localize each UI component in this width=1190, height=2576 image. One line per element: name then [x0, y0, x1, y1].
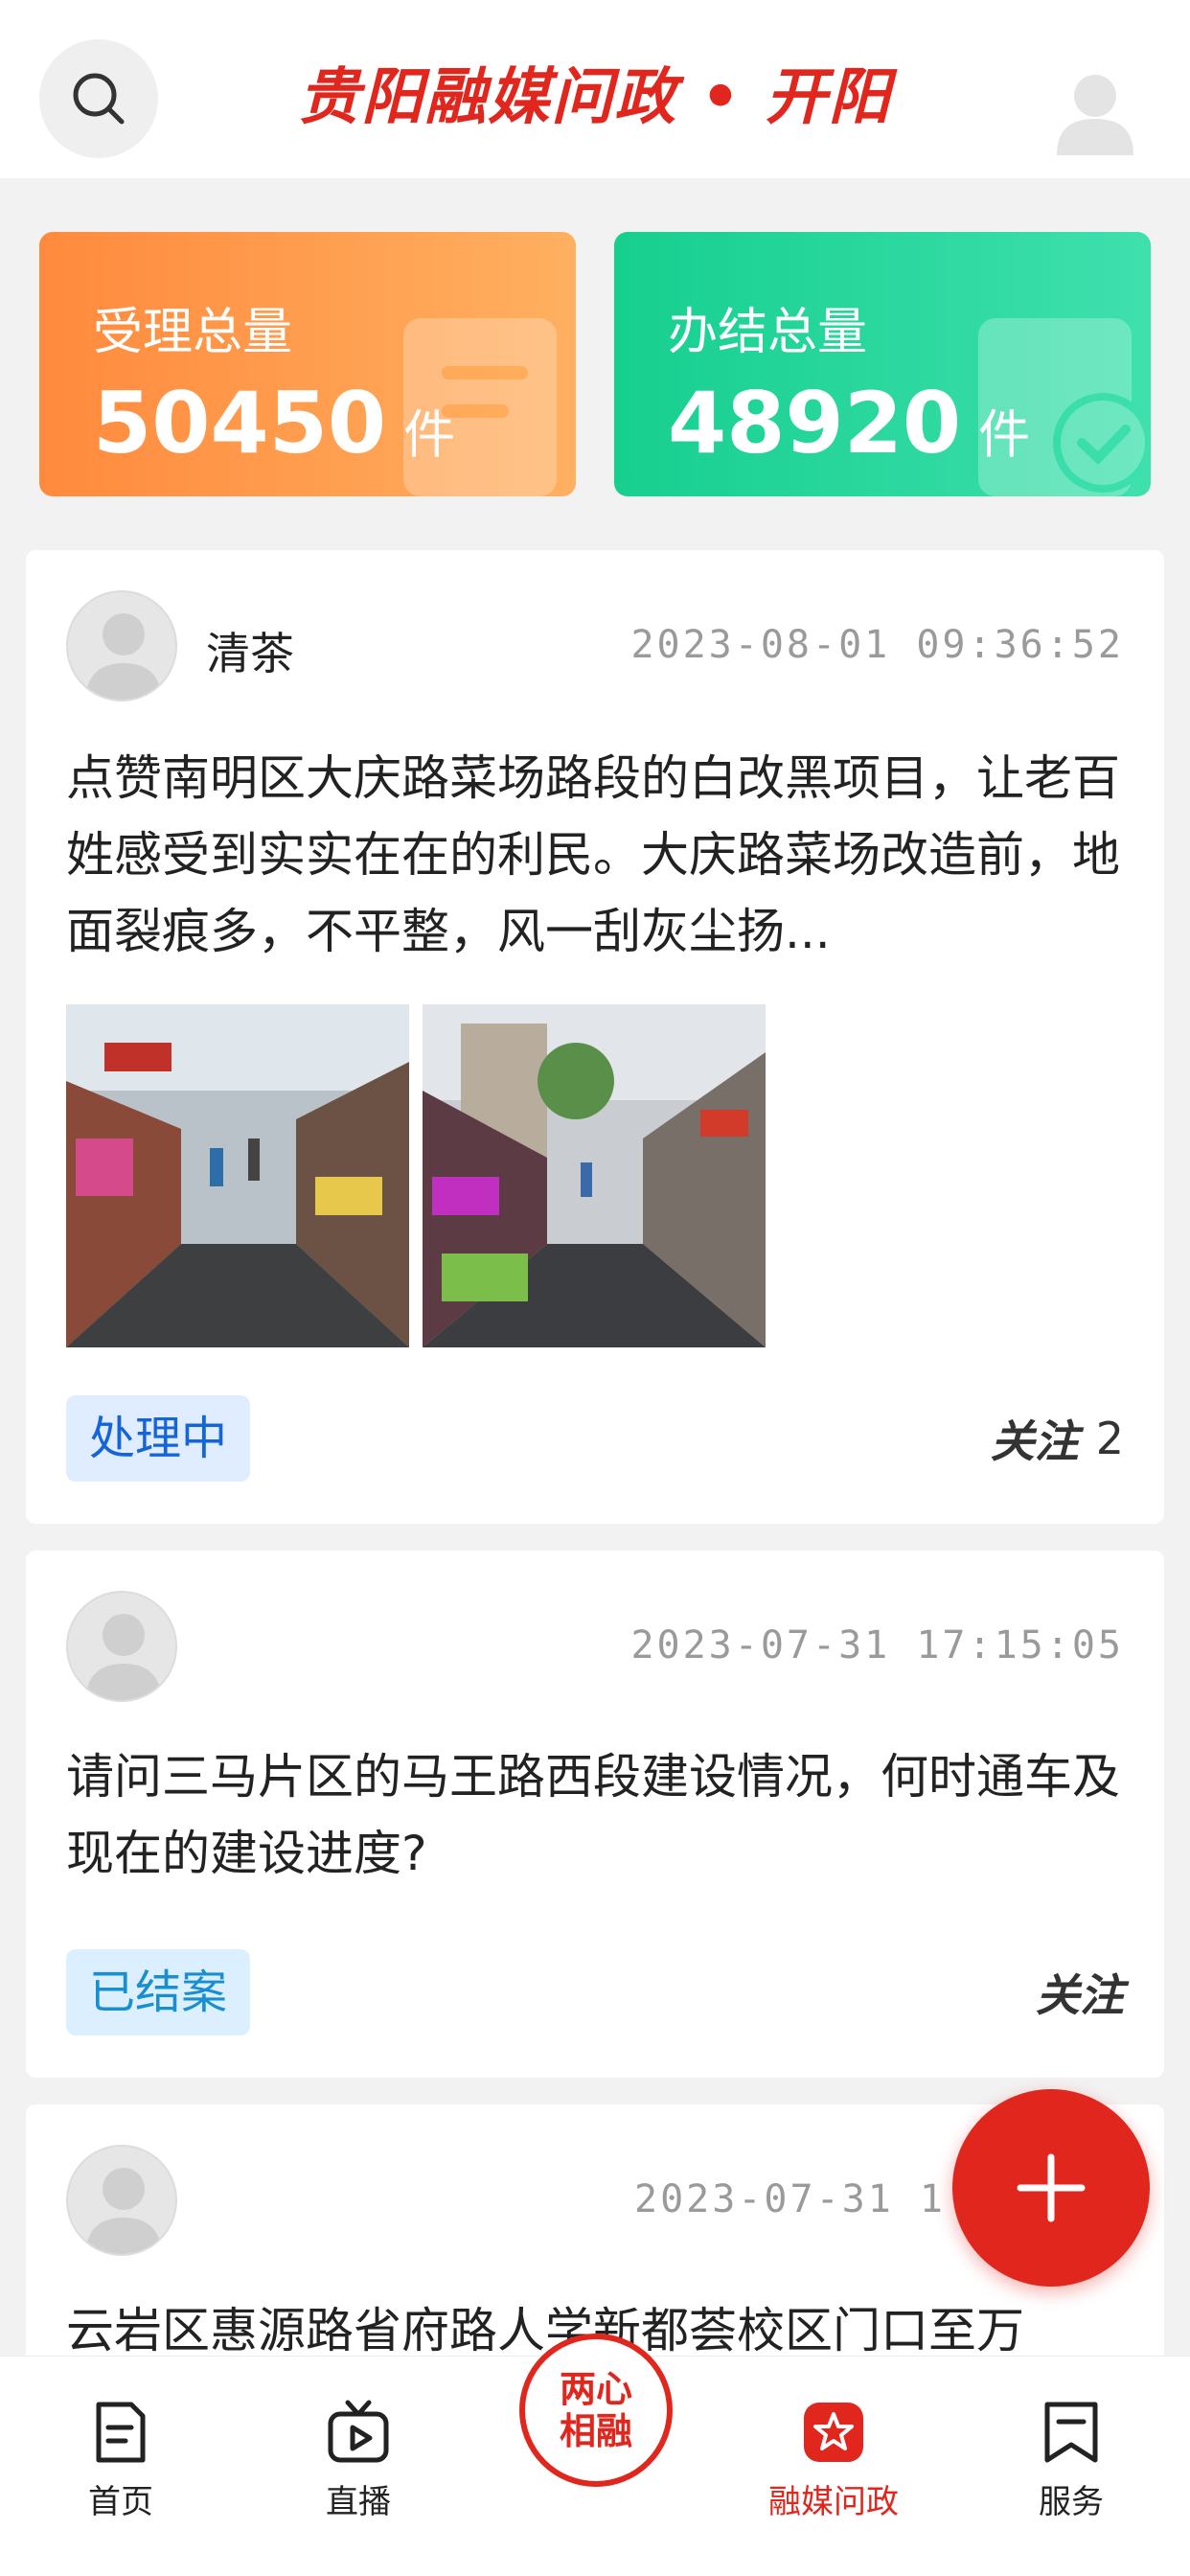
user-avatar-icon	[1057, 75, 1133, 155]
post-content: 点赞南明区大庆路菜场路段的白改黑项目，让老百姓感受到实实在在的利民。大庆路菜场改…	[66, 750, 1120, 959]
user-profile-button[interactable]	[1051, 67, 1139, 155]
check-document-icon	[978, 318, 1151, 496]
market-street-photo	[66, 1004, 409, 1347]
status-badge: 已结案	[66, 1949, 251, 2036]
stat-label: 办结总量	[668, 304, 868, 361]
stat-label: 受理总量	[93, 304, 293, 361]
bottom-nav: 首页 直播 两心 相融 融媒问政 服务	[0, 2334, 1190, 2576]
author-avatar	[66, 2145, 177, 2256]
author-avatar	[66, 1591, 177, 1702]
document-icon	[403, 318, 557, 496]
nav-item-live[interactable]: 直播	[282, 2376, 435, 2539]
nav-label: 首页	[88, 2483, 153, 2521]
nav-label: 融媒问政	[768, 2483, 899, 2521]
search-icon	[73, 73, 125, 125]
post-photo[interactable]	[66, 1004, 409, 1347]
home-doc-icon	[96, 2402, 146, 2463]
post-content: 请问三马片区的马王路西段建设情况，何时通车及现在的建设进度?	[66, 1749, 1120, 1881]
star-badge-icon	[804, 2403, 863, 2462]
nav-item-media-politics[interactable]: 融媒问政	[757, 2376, 910, 2539]
post-card[interactable]: 2023-07-31 17:15:05 请问三马片区的马王路西段建设情况，何时通…	[26, 1551, 1164, 2078]
top-header: 贵阳融媒问政 • 开阳	[0, 0, 1190, 178]
create-post-button[interactable]	[952, 2089, 1150, 2287]
bookmark-icon	[1044, 2402, 1098, 2463]
app-page: 贵阳融媒问政 • 开阳 受理总量 50450件 办结总量 48920件	[0, 0, 1190, 2576]
center-logo-line2: 相融	[559, 2410, 632, 2452]
nav-label: 服务	[1039, 2483, 1104, 2521]
stat-card-accepted[interactable]: 受理总量 50450件	[39, 232, 576, 496]
user-avatar-icon	[85, 2168, 162, 2254]
stat-number: 50450	[93, 374, 387, 472]
post-photo[interactable]	[423, 1004, 766, 1347]
center-logo-line1: 两心	[559, 2368, 632, 2410]
search-button[interactable]	[39, 39, 158, 158]
follow-count: 2	[1095, 1413, 1124, 1464]
nav-item-home[interactable]: 首页	[44, 2376, 197, 2539]
vegetable-market-photo	[423, 1004, 766, 1347]
post-card[interactable]: 清茶 2023-08-01 09:36:52 点赞南明区大庆路菜场路段的白改黑项…	[26, 550, 1164, 1524]
post-time: 2023-08-01 09:36:52	[630, 623, 1124, 667]
follow-button[interactable]: 关注 2	[991, 1407, 1124, 1470]
user-avatar-icon	[85, 1614, 162, 1700]
follow-label: 关注	[990, 1415, 1079, 1467]
stat-card-completed[interactable]: 办结总量 48920件	[614, 232, 1151, 496]
author-avatar	[66, 590, 177, 702]
follow-label: 关注	[1036, 1969, 1124, 2021]
center-logo-button[interactable]: 两心 相融	[519, 2334, 673, 2487]
post-time: 2023-07-31 17:15:05	[630, 1623, 1124, 1668]
plus-icon	[1017, 2153, 1086, 2222]
app-title: 贵阳融媒问政 • 开阳	[298, 62, 892, 133]
status-badge: 处理中	[66, 1395, 251, 1482]
post-time: 2023-07-31 1	[634, 2177, 946, 2221]
nav-label: 直播	[326, 2483, 391, 2521]
nav-item-service[interactable]: 服务	[995, 2376, 1148, 2539]
stat-number: 48920	[668, 374, 962, 472]
post-author: 清茶	[206, 628, 294, 679]
user-avatar-icon	[85, 613, 162, 700]
follow-button[interactable]: 关注	[1036, 1961, 1124, 2024]
live-tv-icon	[328, 2400, 389, 2463]
